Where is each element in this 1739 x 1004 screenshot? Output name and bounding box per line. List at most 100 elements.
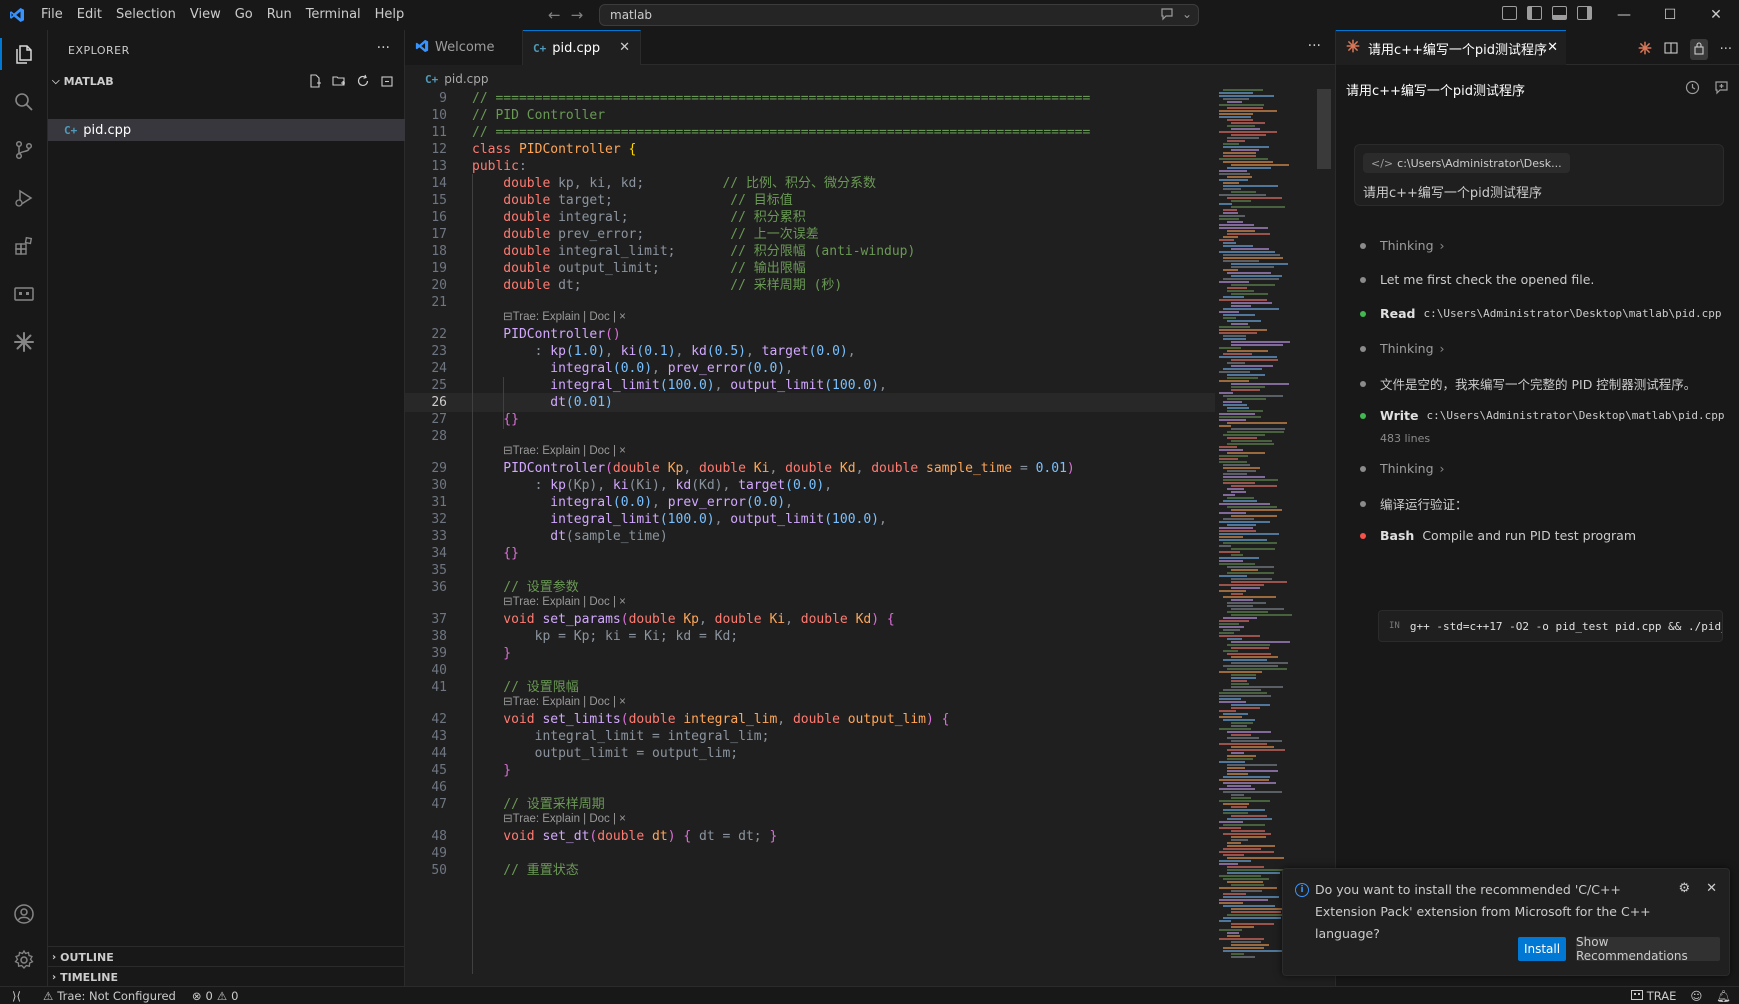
thinking-step[interactable]: Thinking ›	[1360, 461, 1445, 476]
problems-status[interactable]: ⊗ 0 ⚠ 0	[192, 989, 239, 1003]
bell-icon[interactable]: 🔔︎	[1716, 989, 1731, 1003]
chevron-down-icon[interactable]: ⌄	[1182, 7, 1192, 24]
menu-go[interactable]: Go	[228, 0, 260, 30]
codelens-trae-explain[interactable]: ⊟Trae: Explain | Doc | ×	[405, 811, 1215, 827]
trae-brand[interactable]: TRAE	[1630, 989, 1676, 1003]
breadcrumb[interactable]: C+ pid.cpp	[425, 69, 488, 89]
chat-tab[interactable]: 请用c++编写一个pid测试程序 ✕	[1336, 30, 1566, 65]
toggle-panel-icon[interactable]	[1552, 6, 1567, 20]
more-actions-icon[interactable]: ···	[377, 40, 390, 56]
read-step[interactable]: Read c:\Users\Administrator\Desktop\matl…	[1360, 306, 1722, 321]
outline-section[interactable]: › OUTLINE	[48, 946, 405, 968]
codelens-text[interactable]: ⊟Trae: Explain | Doc | ×	[503, 811, 626, 827]
write-step[interactable]: Write c:\Users\Administrator\Desktop\mat…	[1360, 408, 1725, 423]
trae-logo-icon	[1630, 989, 1643, 1003]
code-line[interactable]: 50 // 重置状态	[405, 861, 1215, 880]
claude-spark-icon[interactable]	[0, 318, 48, 366]
codelens-text[interactable]: ⊟Trae: Explain | Doc | ×	[503, 694, 626, 710]
account-icon[interactable]	[0, 890, 48, 938]
tab-pid-cpp[interactable]: C+ pid.cpp ✕	[523, 30, 641, 65]
menu-run[interactable]: Run	[260, 0, 299, 30]
chat-bubble-icon[interactable]	[1160, 7, 1174, 24]
minimize-icon[interactable]: —	[1601, 0, 1647, 30]
forward-arrow-icon[interactable]: →	[571, 6, 584, 24]
menu-terminal[interactable]: Terminal	[299, 0, 368, 30]
timeline-section[interactable]: › TIMELINE	[48, 966, 405, 988]
editor-scrollbar[interactable]	[1317, 89, 1331, 169]
context-file-chip[interactable]: </> c:\Users\Administrator\Desk...	[1363, 153, 1570, 173]
minimap-line	[1223, 467, 1260, 469]
customize-layout-icon[interactable]	[1502, 6, 1517, 20]
file-pid-cpp[interactable]: C+ pid.cpp	[48, 119, 405, 141]
install-button[interactable]: Install	[1518, 937, 1566, 961]
toggle-sidebar-icon[interactable]	[1527, 6, 1542, 20]
bash-step[interactable]: Bash Compile and run PID test program	[1360, 528, 1636, 543]
codelens-text[interactable]: ⊟Trae: Explain | Doc | ×	[503, 309, 626, 325]
code-editor[interactable]: 9// ====================================…	[405, 89, 1215, 986]
codelens-text[interactable]: ⊟Trae: Explain | Doc | ×	[503, 443, 626, 459]
codelens-trae-explain[interactable]: ⊟Trae: Explain | Doc | ×	[405, 309, 1215, 325]
close-window-icon[interactable]: ✕	[1693, 0, 1739, 30]
thinking-step[interactable]: Thinking ›	[1360, 341, 1445, 356]
run-debug-icon[interactable]	[0, 174, 48, 222]
minimap-line	[1231, 191, 1256, 193]
more-actions-icon[interactable]: ···	[1308, 38, 1321, 54]
source-control-icon[interactable]	[0, 126, 48, 174]
minimap-line	[1231, 956, 1255, 958]
gear-icon[interactable]: ⚙	[1678, 881, 1690, 896]
history-icon[interactable]	[1685, 80, 1700, 99]
minimap[interactable]	[1215, 89, 1315, 986]
command-center-search[interactable]: matlab ⌄	[599, 4, 1199, 26]
new-file-icon[interactable]	[307, 73, 323, 89]
menu-selection[interactable]: Selection	[109, 0, 183, 30]
cmd-in-label: IN	[1389, 621, 1400, 631]
claude-spark-icon[interactable]	[1638, 40, 1652, 59]
remote-indicator[interactable]: ⟩⟨	[12, 989, 21, 1003]
menu-view[interactable]: View	[183, 0, 228, 30]
close-tab-icon[interactable]: ✕	[619, 40, 630, 55]
remote-explorer-icon[interactable]	[0, 270, 48, 318]
close-icon[interactable]: ✕	[1706, 881, 1717, 896]
menu-file[interactable]: File	[34, 0, 70, 30]
codelens-trae-explain[interactable]: ⊟Trae: Explain | Doc | ×	[405, 694, 1215, 710]
minimap-line	[1227, 320, 1261, 322]
settings-gear-icon[interactable]	[0, 936, 48, 984]
trae-status[interactable]: ⚠ Trae: Not Configured	[43, 989, 176, 1003]
codelens-trae-explain[interactable]: ⊟Trae: Explain | Doc | ×	[405, 594, 1215, 610]
thinking-step[interactable]: Thinking ›	[1360, 238, 1445, 253]
new-folder-icon[interactable]	[331, 73, 347, 89]
menu-edit[interactable]: Edit	[70, 0, 109, 30]
minimap-line	[1219, 899, 1268, 901]
codelens-trae-explain[interactable]: ⊟Trae: Explain | Doc | ×	[405, 443, 1215, 459]
refresh-icon[interactable]	[355, 73, 371, 89]
close-tab-icon[interactable]: ✕	[1547, 40, 1558, 55]
minimap-line	[1223, 395, 1283, 397]
copilot-icon[interactable]: ☺	[1690, 989, 1702, 1003]
minimap-line	[1231, 722, 1253, 724]
show-recommendations-button[interactable]: Show Recommendations	[1576, 935, 1720, 963]
tab-welcome[interactable]: Welcome	[405, 30, 523, 65]
step-dot	[1360, 345, 1366, 352]
new-chat-icon[interactable]	[1714, 80, 1729, 99]
maximize-icon[interactable]: ☐	[1647, 0, 1693, 30]
extensions-icon[interactable]	[0, 222, 48, 270]
write-line-count: 483 lines	[1380, 432, 1431, 445]
more-actions-icon[interactable]: ···	[1720, 42, 1732, 57]
bash-command-box[interactable]: IN g++ -std=c++17 -O2 -o pid_test pid.cp…	[1378, 610, 1723, 642]
search-icon[interactable]	[0, 78, 48, 126]
explorer-icon[interactable]	[0, 30, 48, 78]
minimap-line	[1219, 449, 1243, 451]
split-editor-icon[interactable]	[1664, 40, 1678, 59]
minimap-line	[1231, 746, 1274, 748]
menu-help[interactable]: Help	[368, 0, 412, 30]
minimap-line	[1223, 950, 1282, 952]
folder-matlab[interactable]: ⌵ MATLAB	[48, 70, 405, 92]
toggle-secondary-sidebar-icon[interactable]	[1577, 6, 1592, 20]
back-arrow-icon[interactable]: ←	[548, 6, 561, 24]
minimap-line	[1219, 95, 1274, 97]
codelens-text[interactable]: ⊟Trae: Explain | Doc | ×	[503, 594, 626, 610]
lock-icon[interactable]	[1689, 39, 1708, 60]
collapse-all-icon[interactable]	[379, 73, 395, 89]
minimap-line	[1227, 764, 1277, 766]
minimap-line	[1219, 938, 1264, 940]
